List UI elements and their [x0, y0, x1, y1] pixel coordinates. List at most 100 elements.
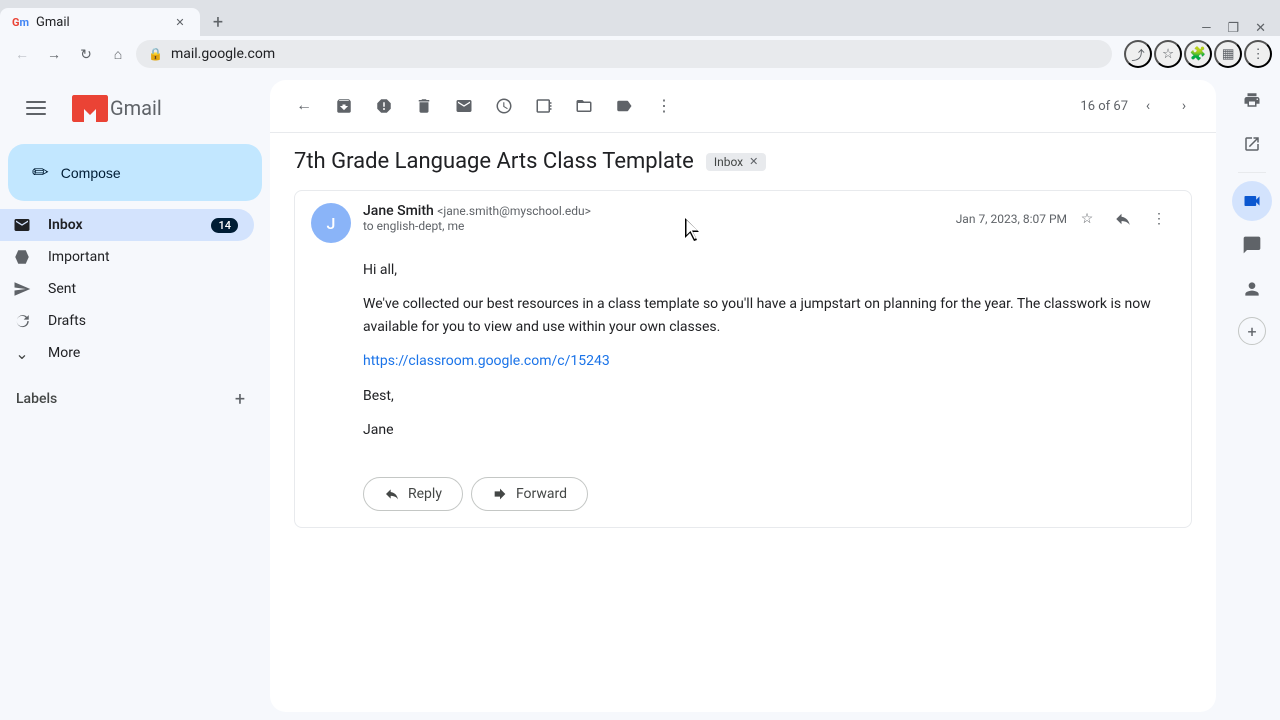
browser-nav: ← → ↻ ⌂ 🔒 mail.google.com ⤴ ☆ 🧩 ▦ ⋮: [0, 36, 1280, 72]
more-label: More: [48, 345, 238, 361]
gmail-text: Gmail: [110, 96, 162, 120]
email-date: Jan 7, 2023, 8:07 PM: [956, 212, 1067, 226]
sender-info: Jane Smith <jane.smith@myschool.edu> to …: [363, 203, 944, 233]
inbox-icon: [12, 216, 32, 234]
reply-icon-button[interactable]: [1107, 203, 1139, 235]
sent-label: Sent: [48, 281, 238, 297]
sidebar-item-important[interactable]: Important: [0, 241, 254, 273]
tab-title: Gmail: [36, 15, 164, 30]
bookmark-icon[interactable]: ☆: [1154, 40, 1182, 68]
forward-button[interactable]: Forward: [471, 477, 588, 511]
sidebar-item-inbox[interactable]: Inbox 14: [0, 209, 254, 241]
refresh-button[interactable]: ↻: [72, 40, 100, 68]
email-toolbar: ← ⋮: [270, 80, 1216, 133]
url-text: mail.google.com: [171, 46, 1100, 62]
compose-label: Compose: [61, 165, 121, 181]
back-to-inbox-button[interactable]: ←: [286, 88, 322, 124]
label-as-button[interactable]: [606, 88, 642, 124]
forward-button-label: Forward: [516, 486, 567, 502]
pagination-text: 16 of 67: [1080, 99, 1128, 114]
pagination-info: 16 of 67 ‹ ›: [1080, 90, 1200, 122]
tab-close-button[interactable]: ✕: [172, 14, 188, 30]
back-button[interactable]: ←: [8, 40, 36, 68]
active-tab[interactable]: Gm Gmail ✕: [0, 8, 200, 36]
tab-bar: Gm Gmail ✕ + — ❐ ✕: [0, 0, 1280, 36]
email-reply-forward-area: Reply Forward: [295, 469, 1191, 527]
app: Gmail ✏ Compose Inbox 14 Important Sent: [0, 72, 1280, 720]
next-email-button[interactable]: ›: [1168, 90, 1200, 122]
forward-button[interactable]: →: [40, 40, 68, 68]
minimize-icon[interactable]: —: [1195, 21, 1217, 36]
body-text: We've collected our best resources in a …: [363, 293, 1175, 338]
sidebar-icon[interactable]: ▦: [1214, 40, 1242, 68]
sidebar-header: Gmail: [0, 80, 270, 144]
avatar-initials: J: [327, 214, 336, 233]
print-button[interactable]: [1232, 80, 1272, 120]
drafts-icon: [12, 312, 32, 330]
add-to-tasks-button[interactable]: [526, 88, 562, 124]
sender-name-row: Jane Smith <jane.smith@myschool.edu>: [363, 203, 944, 219]
email-subject: 7th Grade Language Arts Class Template: [294, 149, 694, 174]
new-tab-button[interactable]: +: [204, 8, 232, 36]
body-greeting: Hi all,: [363, 259, 1175, 281]
extensions-icon[interactable]: 🧩: [1184, 40, 1212, 68]
gmail-logo: Gmail: [72, 95, 162, 122]
report-spam-button[interactable]: [366, 88, 402, 124]
right-panel: +: [1224, 72, 1280, 720]
avatar: J: [311, 203, 351, 243]
sidebar-item-sent[interactable]: Sent: [0, 273, 254, 305]
inbox-label: Inbox: [48, 217, 195, 233]
open-new-window-button[interactable]: [1232, 124, 1272, 164]
share-icon[interactable]: ⤴: [1124, 40, 1152, 68]
hamburger-button[interactable]: [16, 88, 56, 128]
sender-email: <jane.smith@myschool.edu>: [437, 204, 591, 218]
lock-icon: 🔒: [148, 47, 163, 61]
add-label-button[interactable]: +: [226, 385, 254, 413]
inbox-badge-text: Inbox: [714, 155, 743, 169]
snooze-button[interactable]: [486, 88, 522, 124]
labels-section: Labels +: [0, 377, 270, 421]
mark-unread-button[interactable]: [446, 88, 482, 124]
email-header-actions: Jan 7, 2023, 8:07 PM ☆ ⋮: [956, 203, 1175, 235]
important-label: Important: [48, 249, 238, 265]
email-to: to english-dept, me: [363, 219, 944, 233]
email-card: J Jane Smith <jane.smith@myschool.edu> t…: [294, 190, 1192, 528]
tab-end-controls: — ❐ ✕: [1195, 21, 1280, 36]
more-options-button[interactable]: ⋮: [646, 88, 682, 124]
chat-button[interactable]: [1232, 225, 1272, 265]
sidebar-item-drafts[interactable]: Drafts: [0, 305, 254, 337]
restore-icon[interactable]: ❐: [1221, 21, 1245, 36]
sent-icon: [12, 280, 32, 298]
add-panel-button[interactable]: +: [1238, 317, 1266, 345]
home-button[interactable]: ⌂: [104, 40, 132, 68]
email-subject-row: 7th Grade Language Arts Class Template I…: [294, 149, 1192, 174]
expand-more-icon: ⌄: [12, 344, 32, 363]
more-email-options[interactable]: ⋮: [1143, 203, 1175, 235]
move-to-button[interactable]: [566, 88, 602, 124]
sidebar: Gmail ✏ Compose Inbox 14 Important Sent: [0, 72, 270, 720]
more-icon[interactable]: ⋮: [1244, 40, 1272, 68]
contacts-button[interactable]: [1232, 269, 1272, 309]
body-link[interactable]: https://classroom.google.com/c/15243: [363, 353, 610, 369]
labels-title: Labels: [16, 391, 226, 407]
compose-button[interactable]: ✏ Compose: [8, 144, 262, 201]
email-body: Hi all, We've collected our best resourc…: [295, 255, 1191, 469]
address-bar[interactable]: 🔒 mail.google.com: [136, 40, 1112, 68]
reply-button-label: Reply: [408, 486, 442, 502]
meet-button[interactable]: [1232, 181, 1272, 221]
right-panel-divider: [1238, 172, 1266, 173]
prev-email-button[interactable]: ‹: [1132, 90, 1164, 122]
archive-button[interactable]: [326, 88, 362, 124]
drafts-label: Drafts: [48, 313, 238, 329]
sidebar-item-more[interactable]: ⌄ More: [0, 337, 254, 369]
email-card-header: J Jane Smith <jane.smith@myschool.edu> t…: [295, 191, 1191, 255]
star-button[interactable]: ☆: [1071, 203, 1103, 235]
close-icon[interactable]: ✕: [1249, 21, 1272, 36]
tab-favicon: Gm: [12, 14, 28, 30]
reply-button[interactable]: Reply: [363, 477, 463, 511]
delete-button[interactable]: [406, 88, 442, 124]
body-sign-off: Best,: [363, 385, 1175, 407]
inbox-badge: 14: [211, 218, 238, 233]
inbox-badge-remove[interactable]: ✕: [749, 155, 758, 168]
browser-chrome: Gm Gmail ✕ + — ❐ ✕ ← → ↻ ⌂ 🔒 mail.google…: [0, 0, 1280, 72]
